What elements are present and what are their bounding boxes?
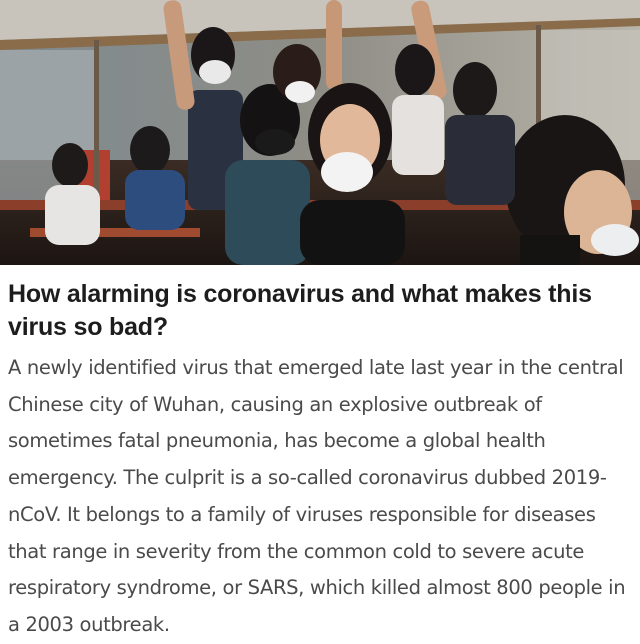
article-body: A newly identified virus that emerged la… [8, 356, 626, 636]
article-hero-photo [0, 0, 640, 265]
article-headline: How alarming is coronavirus and what mak… [8, 280, 592, 341]
